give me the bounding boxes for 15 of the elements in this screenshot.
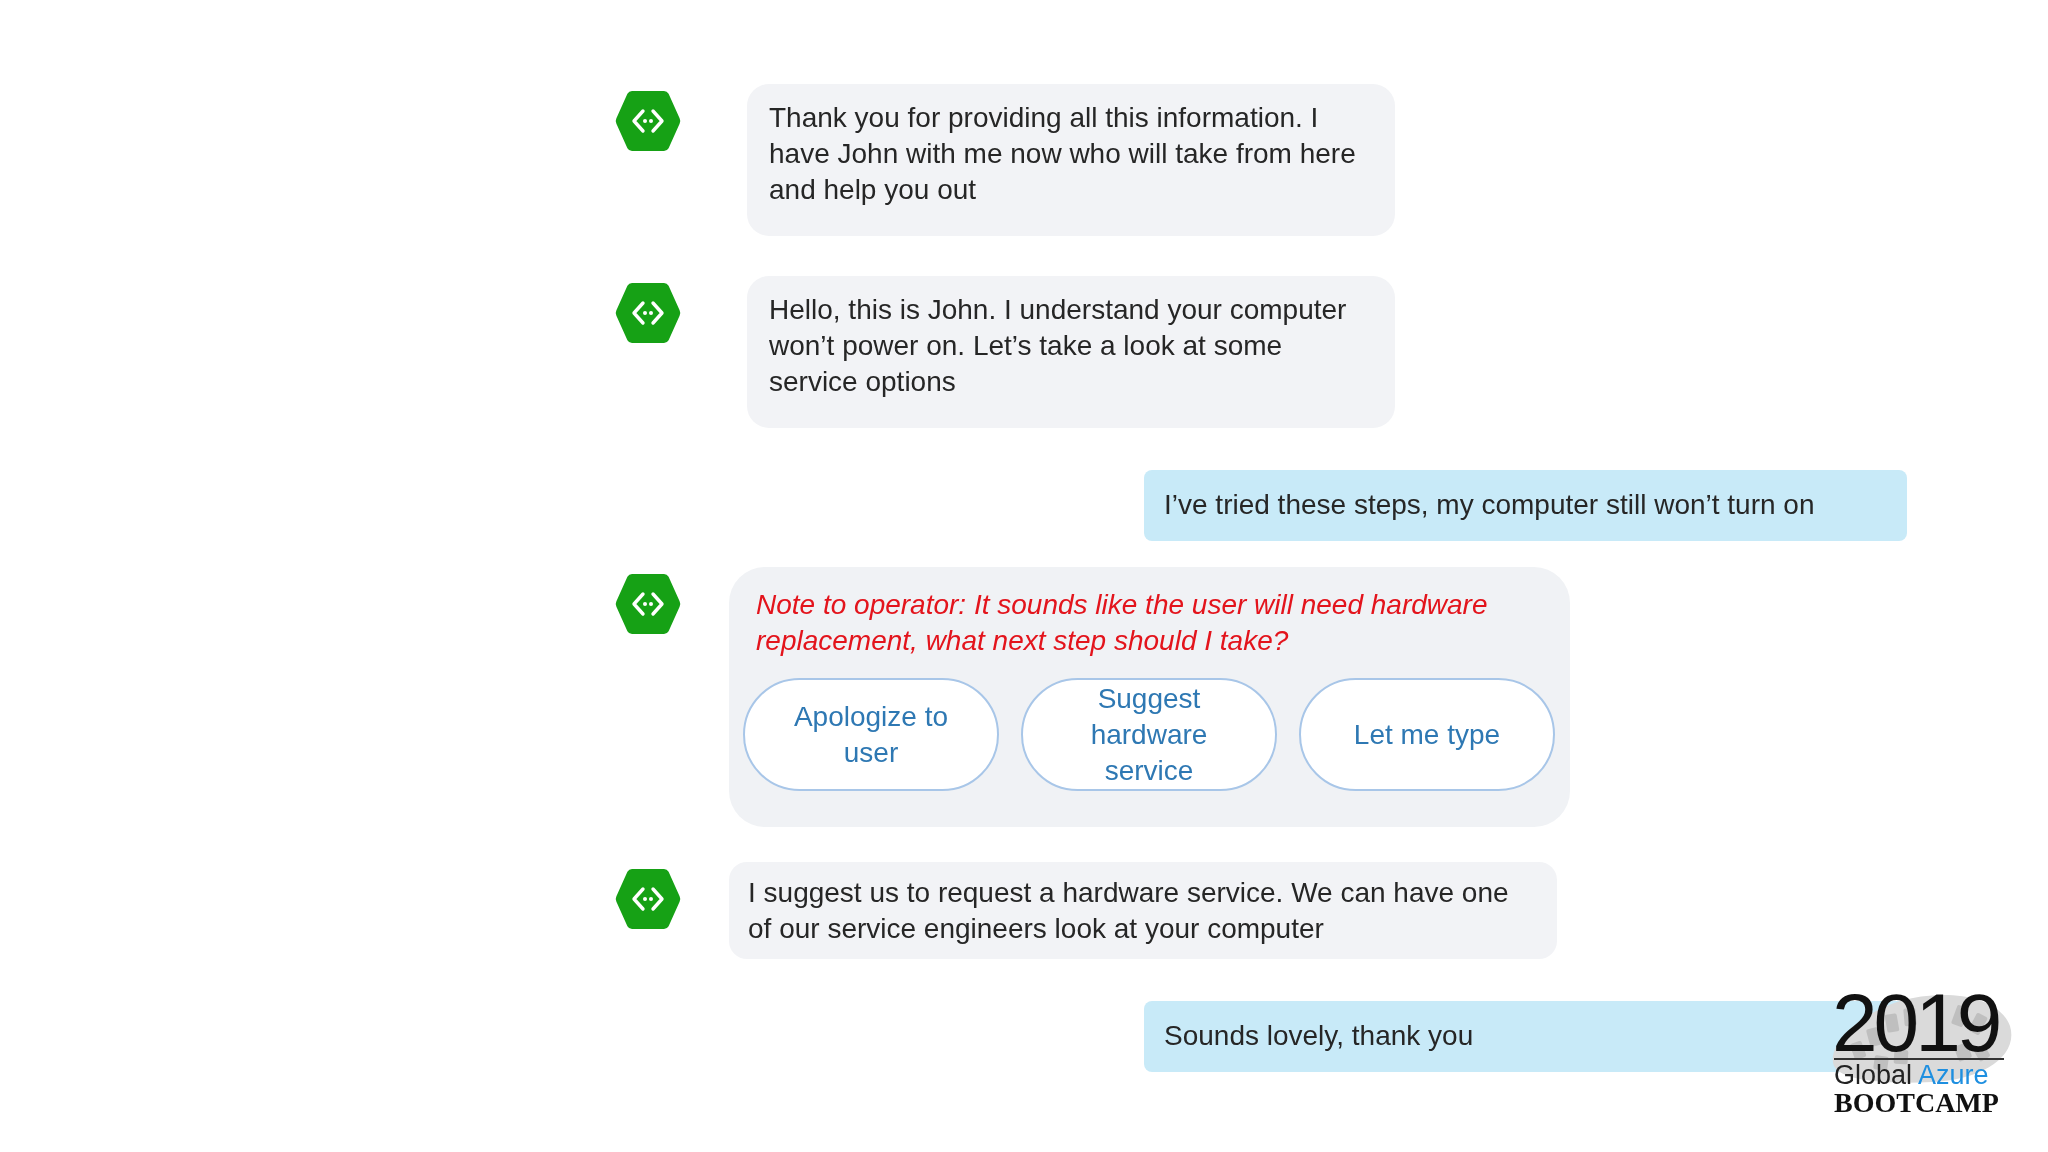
operator-note: Note to operator: It sounds like the user will need hardware replacement, what next step should I take?: [756, 588, 1489, 658]
message-bubble: Hello, this is John. I understand your computer won’t power on. Let’s take a look at some service options: [747, 276, 1395, 428]
code-hexagon-icon: [615, 574, 681, 634]
message-bubble: I suggest us to request a hardware service. We can have one of our service engineers look at your computer: [729, 862, 1557, 959]
logo-title: Global Azure: [1834, 1060, 1989, 1090]
choice-button[interactable]: Let me type: [1299, 678, 1555, 791]
logo-tagline: BOOTCAMP: [1834, 1090, 1999, 1116]
message-bubble: I’ve tried these steps, my computer still won’t turn on: [1144, 470, 1907, 541]
code-hexagon-icon: [615, 283, 681, 343]
message-bubble: Thank you for providing all this information. I have John with me now who will take from here and help you out: [747, 84, 1395, 236]
code-hexagon-icon: [615, 91, 681, 151]
choice-button[interactable]: Apologize to user: [743, 678, 999, 791]
code-hexagon-icon: [615, 869, 681, 929]
choice-button[interactable]: Suggest hardware service: [1021, 678, 1277, 791]
logo-year: 2019: [1832, 986, 1999, 1060]
